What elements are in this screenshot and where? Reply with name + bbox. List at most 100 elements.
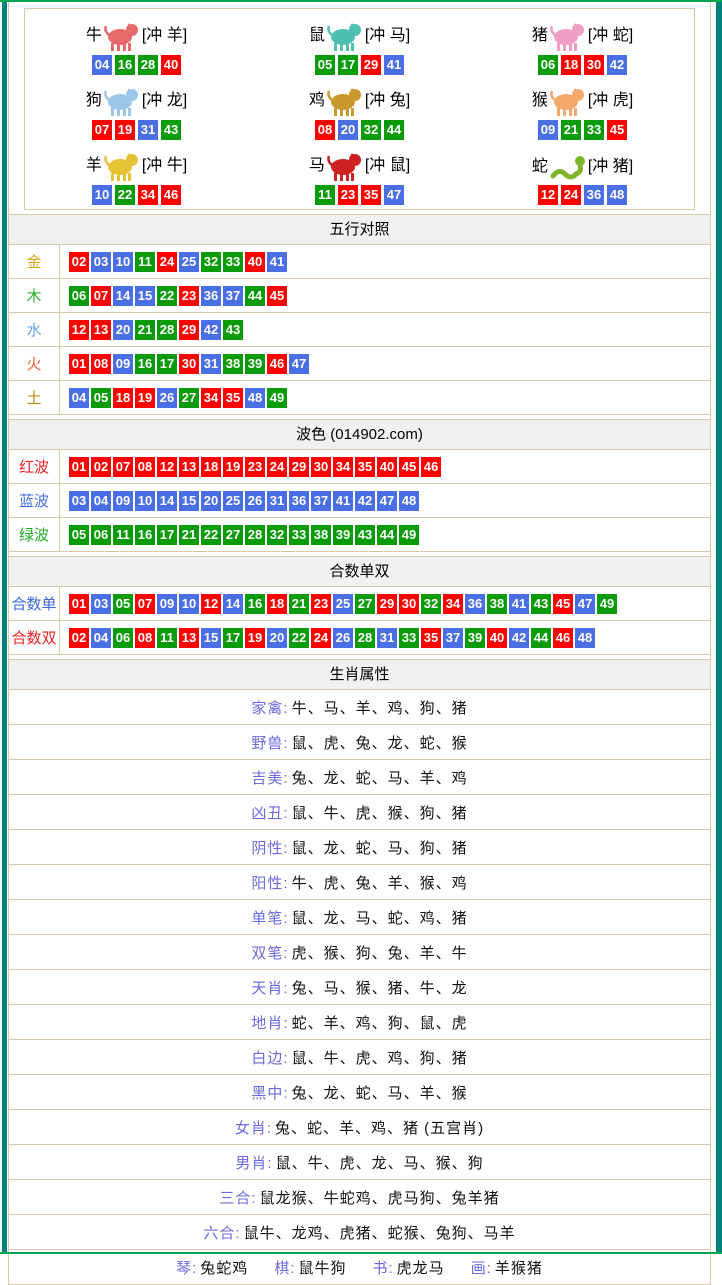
number-row-label: 绿波 [9,518,60,551]
attribute-row: 三合: 鼠龙猴、牛蛇鸡、虎马狗、兔羊猪 [9,1180,710,1215]
number-row: 绿波 05061116172122272832333839434449 [9,518,710,552]
number-ball: 48 [575,628,595,648]
number-ball: 38 [311,525,331,545]
number-ball: 06 [538,55,558,75]
number-ball: 28 [355,628,375,648]
attribute-row: 天肖: 兔、马、猴、猪、牛、龙 [9,970,710,1005]
attribute-row: 单笔: 鼠、龙、马、蛇、鸡、猪 [9,900,710,935]
zodiac-clash-label: [冲 兔] [365,93,410,109]
number-ball: 46 [161,185,181,205]
rooster-icon [326,85,364,117]
zodiac-title: 牛 [冲 羊] [86,20,187,52]
zodiac-cell: 鼠 [冲 马] 05172941 [248,12,471,77]
number-ball: 24 [311,628,331,648]
number-ball: 49 [597,594,617,614]
number-ball: 25 [179,252,199,272]
number-ball: 10 [135,491,155,511]
attribute-label: 凶丑: [251,802,288,823]
number-ball: 03 [69,491,89,511]
number-row-label: 合数双 [9,621,60,654]
attribute-row: 阳性: 牛、虎、兔、羊、猴、鸡 [9,865,710,900]
number-ball: 19 [135,388,155,408]
number-ball: 43 [161,120,181,140]
zodiac-name: 马 [309,158,325,174]
number-ball: 08 [315,120,335,140]
number-ball: 42 [201,320,221,340]
zodiac-cell: 牛 [冲 羊] 04162840 [25,12,248,77]
number-ball: 22 [157,286,177,306]
attribute-label: 棋: [274,1257,295,1278]
number-ball: 18 [561,55,581,75]
rat-icon [326,20,364,52]
number-ball: 15 [201,628,221,648]
number-ball: 12 [538,185,558,205]
number-ball: 27 [179,388,199,408]
attribute-value: 牛、马、羊、鸡、狗、猪 [292,697,468,718]
zodiac-number-balls: 06183042 [538,55,627,75]
number-row-balls: 05061116172122272832333839434449 [60,518,419,551]
number-ball: 13 [179,628,199,648]
zodiac-number-balls: 07193143 [92,120,181,140]
number-ball: 08 [135,628,155,648]
number-ball: 35 [355,457,375,477]
number-ball: 23 [311,594,331,614]
number-row-balls: 02031011242532334041 [60,245,287,278]
pig-icon [549,20,587,52]
zodiac-cell: 马 [冲 鼠] 11233547 [248,142,471,207]
section-wave-colors: 波色 (014902.com) 红波 010207081213181923242… [9,419,710,552]
number-row-label: 水 [9,313,60,346]
zodiac-name: 鸡 [309,93,325,109]
zodiac-clash-label: [冲 龙] [142,93,187,109]
number-ball: 26 [333,628,353,648]
number-ball: 09 [157,594,177,614]
attribute-label: 阴性: [251,837,288,858]
number-row-balls: 0108091617303138394647 [60,347,309,380]
number-ball: 47 [384,185,404,205]
number-ball: 31 [267,491,287,511]
number-ball: 28 [138,55,158,75]
number-ball: 09 [113,354,133,374]
number-row-label: 金 [9,245,60,278]
number-ball: 36 [465,594,485,614]
number-ball: 43 [223,320,243,340]
number-ball: 22 [115,185,135,205]
zodiac-title: 鼠 [冲 马] [309,20,410,52]
number-ball: 02 [69,252,89,272]
section-title-zodiac-attributes: 生肖属性 [9,659,710,690]
number-ball: 38 [487,594,507,614]
number-ball: 06 [113,628,133,648]
attribute-value: 鼠、牛、虎、龙、马、猴、狗 [276,1152,484,1173]
number-ball: 12 [157,457,177,477]
attribute-label: 琴: [176,1257,197,1278]
number-row: 金 02031011242532334041 [9,245,710,279]
number-ball: 01 [69,354,89,374]
zodiac-number-balls: 11233547 [315,185,404,205]
number-ball: 24 [561,185,581,205]
attribute-value: 兔、龙、蛇、马、羊、鸡 [292,767,468,788]
section-title-sum-odd-even: 合数单双 [9,556,710,587]
number-ball: 30 [179,354,199,374]
number-ball: 05 [113,594,133,614]
attribute-row: 黑中: 兔、龙、蛇、马、羊、猴 [9,1075,710,1110]
left-side-bar [2,0,7,1254]
number-ball: 36 [289,491,309,511]
zodiac-title: 猴 [冲 虎] [532,85,633,117]
attribute-value: 蛇、羊、鸡、狗、鼠、虎 [292,1012,468,1033]
number-ball: 33 [399,628,419,648]
number-ball: 18 [113,388,133,408]
number-ball: 32 [361,120,381,140]
ox-icon [103,20,141,52]
number-ball: 06 [91,525,111,545]
zodiac-number-balls: 08203244 [315,120,404,140]
number-ball: 03 [91,594,111,614]
number-ball: 33 [289,525,309,545]
number-ball: 47 [289,354,309,374]
number-row: 火 0108091617303138394647 [9,347,710,381]
attribute-value: 鼠龙猴、牛蛇鸡、虎马狗、兔羊猪 [260,1187,500,1208]
number-ball: 11 [135,252,155,272]
attribute-label: 书: [373,1257,394,1278]
number-ball: 29 [377,594,397,614]
number-ball: 07 [92,120,112,140]
zodiac-number-balls: 12243648 [538,185,627,205]
zodiac-clash-label: [冲 鼠] [365,158,410,174]
